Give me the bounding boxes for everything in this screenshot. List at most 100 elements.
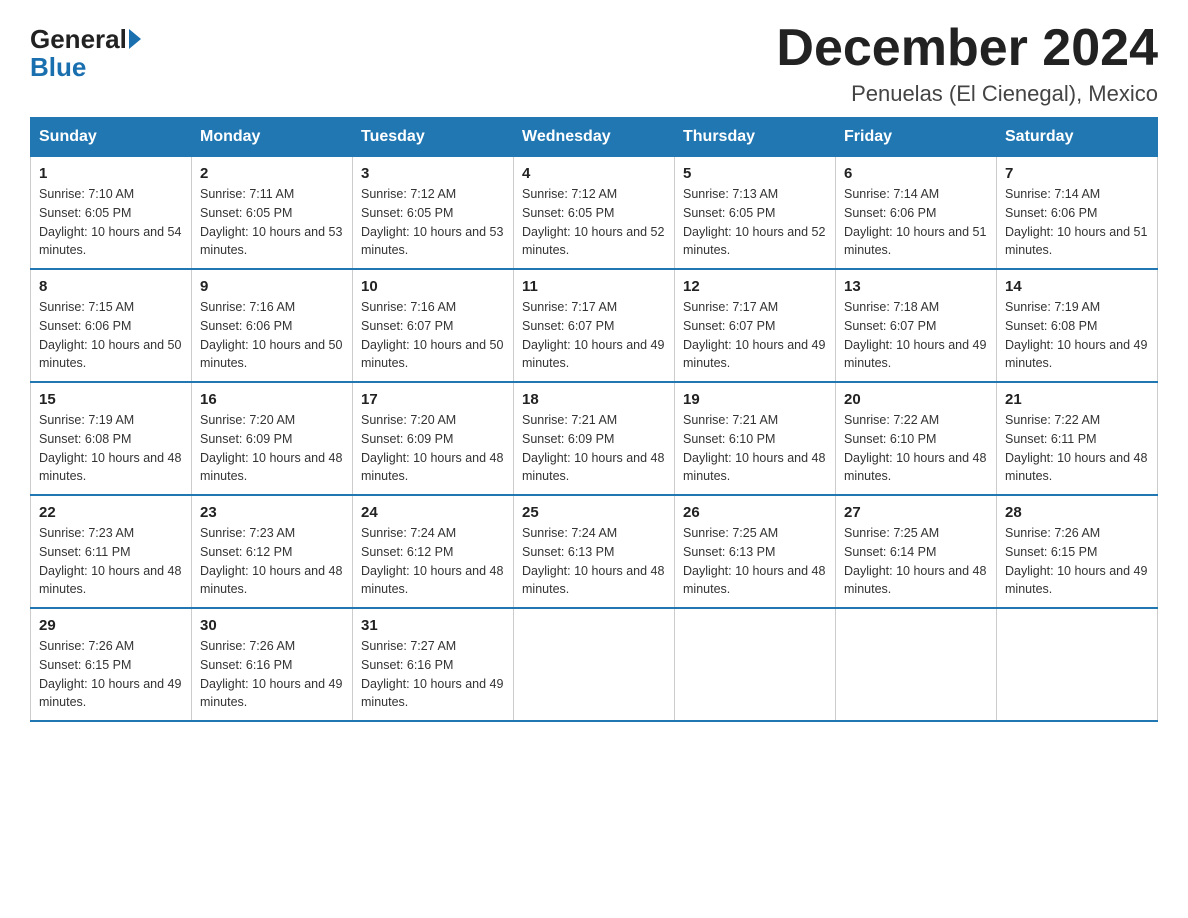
calendar-day-cell: 31 Sunrise: 7:27 AMSunset: 6:16 PMDaylig… (353, 608, 514, 721)
calendar-day-cell: 26 Sunrise: 7:25 AMSunset: 6:13 PMDaylig… (675, 495, 836, 608)
day-number: 18 (522, 391, 666, 408)
calendar-day-cell: 11 Sunrise: 7:17 AMSunset: 6:07 PMDaylig… (514, 269, 675, 382)
day-info: Sunrise: 7:14 AMSunset: 6:06 PMDaylight:… (844, 185, 988, 260)
calendar-day-cell: 1 Sunrise: 7:10 AMSunset: 6:05 PMDayligh… (31, 157, 192, 270)
day-info: Sunrise: 7:23 AMSunset: 6:11 PMDaylight:… (39, 524, 183, 599)
calendar-day-cell: 18 Sunrise: 7:21 AMSunset: 6:09 PMDaylig… (514, 382, 675, 495)
calendar-day-cell (675, 608, 836, 721)
calendar-day-cell: 22 Sunrise: 7:23 AMSunset: 6:11 PMDaylig… (31, 495, 192, 608)
day-number: 15 (39, 391, 183, 408)
calendar-day-cell: 17 Sunrise: 7:20 AMSunset: 6:09 PMDaylig… (353, 382, 514, 495)
calendar-day-cell: 27 Sunrise: 7:25 AMSunset: 6:14 PMDaylig… (836, 495, 997, 608)
day-number: 4 (522, 165, 666, 182)
day-info: Sunrise: 7:27 AMSunset: 6:16 PMDaylight:… (361, 637, 505, 712)
calendar-day-cell (836, 608, 997, 721)
day-info: Sunrise: 7:17 AMSunset: 6:07 PMDaylight:… (683, 298, 827, 373)
day-info: Sunrise: 7:19 AMSunset: 6:08 PMDaylight:… (39, 411, 183, 486)
day-number: 12 (683, 278, 827, 295)
day-number: 9 (200, 278, 344, 295)
calendar-week-row: 1 Sunrise: 7:10 AMSunset: 6:05 PMDayligh… (31, 157, 1158, 270)
calendar-day-cell (997, 608, 1158, 721)
page-header: General Blue December 2024 Penuelas (El … (30, 20, 1158, 107)
day-info: Sunrise: 7:22 AMSunset: 6:11 PMDaylight:… (1005, 411, 1149, 486)
day-info: Sunrise: 7:10 AMSunset: 6:05 PMDaylight:… (39, 185, 183, 260)
day-number: 21 (1005, 391, 1149, 408)
calendar-header-row: SundayMondayTuesdayWednesdayThursdayFrid… (31, 118, 1158, 157)
day-info: Sunrise: 7:12 AMSunset: 6:05 PMDaylight:… (522, 185, 666, 260)
day-number: 2 (200, 165, 344, 182)
day-number: 3 (361, 165, 505, 182)
day-info: Sunrise: 7:26 AMSunset: 6:15 PMDaylight:… (39, 637, 183, 712)
day-number: 31 (361, 617, 505, 634)
day-info: Sunrise: 7:24 AMSunset: 6:12 PMDaylight:… (361, 524, 505, 599)
calendar-week-row: 29 Sunrise: 7:26 AMSunset: 6:15 PMDaylig… (31, 608, 1158, 721)
title-block: December 2024 Penuelas (El Cienegal), Me… (776, 20, 1158, 107)
calendar-day-cell: 23 Sunrise: 7:23 AMSunset: 6:12 PMDaylig… (192, 495, 353, 608)
day-number: 11 (522, 278, 666, 295)
location-subtitle: Penuelas (El Cienegal), Mexico (776, 81, 1158, 107)
day-number: 20 (844, 391, 988, 408)
day-number: 17 (361, 391, 505, 408)
day-number: 24 (361, 504, 505, 521)
calendar-day-cell: 12 Sunrise: 7:17 AMSunset: 6:07 PMDaylig… (675, 269, 836, 382)
day-number: 29 (39, 617, 183, 634)
calendar-day-cell: 28 Sunrise: 7:26 AMSunset: 6:15 PMDaylig… (997, 495, 1158, 608)
calendar-col-header-friday: Friday (836, 118, 997, 157)
day-info: Sunrise: 7:23 AMSunset: 6:12 PMDaylight:… (200, 524, 344, 599)
day-info: Sunrise: 7:18 AMSunset: 6:07 PMDaylight:… (844, 298, 988, 373)
day-number: 10 (361, 278, 505, 295)
day-number: 25 (522, 504, 666, 521)
logo: General Blue (30, 26, 143, 83)
calendar-table: SundayMondayTuesdayWednesdayThursdayFrid… (30, 117, 1158, 722)
month-title: December 2024 (776, 20, 1158, 77)
day-info: Sunrise: 7:21 AMSunset: 6:10 PMDaylight:… (683, 411, 827, 486)
day-number: 23 (200, 504, 344, 521)
calendar-col-header-thursday: Thursday (675, 118, 836, 157)
day-number: 28 (1005, 504, 1149, 521)
day-info: Sunrise: 7:14 AMSunset: 6:06 PMDaylight:… (1005, 185, 1149, 260)
day-info: Sunrise: 7:25 AMSunset: 6:13 PMDaylight:… (683, 524, 827, 599)
day-number: 26 (683, 504, 827, 521)
day-info: Sunrise: 7:26 AMSunset: 6:15 PMDaylight:… (1005, 524, 1149, 599)
day-number: 1 (39, 165, 183, 182)
day-info: Sunrise: 7:26 AMSunset: 6:16 PMDaylight:… (200, 637, 344, 712)
calendar-day-cell (514, 608, 675, 721)
day-info: Sunrise: 7:25 AMSunset: 6:14 PMDaylight:… (844, 524, 988, 599)
calendar-day-cell: 19 Sunrise: 7:21 AMSunset: 6:10 PMDaylig… (675, 382, 836, 495)
day-number: 7 (1005, 165, 1149, 182)
calendar-day-cell: 4 Sunrise: 7:12 AMSunset: 6:05 PMDayligh… (514, 157, 675, 270)
calendar-day-cell: 20 Sunrise: 7:22 AMSunset: 6:10 PMDaylig… (836, 382, 997, 495)
calendar-col-header-monday: Monday (192, 118, 353, 157)
day-number: 13 (844, 278, 988, 295)
logo-arrow-icon (129, 29, 141, 49)
day-info: Sunrise: 7:13 AMSunset: 6:05 PMDaylight:… (683, 185, 827, 260)
day-info: Sunrise: 7:19 AMSunset: 6:08 PMDaylight:… (1005, 298, 1149, 373)
calendar-day-cell: 29 Sunrise: 7:26 AMSunset: 6:15 PMDaylig… (31, 608, 192, 721)
calendar-week-row: 8 Sunrise: 7:15 AMSunset: 6:06 PMDayligh… (31, 269, 1158, 382)
day-info: Sunrise: 7:22 AMSunset: 6:10 PMDaylight:… (844, 411, 988, 486)
day-number: 22 (39, 504, 183, 521)
day-info: Sunrise: 7:20 AMSunset: 6:09 PMDaylight:… (200, 411, 344, 486)
day-number: 5 (683, 165, 827, 182)
day-number: 8 (39, 278, 183, 295)
calendar-day-cell: 3 Sunrise: 7:12 AMSunset: 6:05 PMDayligh… (353, 157, 514, 270)
calendar-day-cell: 14 Sunrise: 7:19 AMSunset: 6:08 PMDaylig… (997, 269, 1158, 382)
calendar-day-cell: 7 Sunrise: 7:14 AMSunset: 6:06 PMDayligh… (997, 157, 1158, 270)
calendar-col-header-sunday: Sunday (31, 118, 192, 157)
day-info: Sunrise: 7:11 AMSunset: 6:05 PMDaylight:… (200, 185, 344, 260)
calendar-col-header-saturday: Saturday (997, 118, 1158, 157)
day-number: 16 (200, 391, 344, 408)
calendar-day-cell: 15 Sunrise: 7:19 AMSunset: 6:08 PMDaylig… (31, 382, 192, 495)
day-info: Sunrise: 7:16 AMSunset: 6:06 PMDaylight:… (200, 298, 344, 373)
calendar-day-cell: 6 Sunrise: 7:14 AMSunset: 6:06 PMDayligh… (836, 157, 997, 270)
calendar-day-cell: 30 Sunrise: 7:26 AMSunset: 6:16 PMDaylig… (192, 608, 353, 721)
calendar-week-row: 22 Sunrise: 7:23 AMSunset: 6:11 PMDaylig… (31, 495, 1158, 608)
day-number: 14 (1005, 278, 1149, 295)
day-number: 6 (844, 165, 988, 182)
logo-blue-text: Blue (30, 52, 86, 83)
calendar-col-header-wednesday: Wednesday (514, 118, 675, 157)
day-info: Sunrise: 7:12 AMSunset: 6:05 PMDaylight:… (361, 185, 505, 260)
calendar-day-cell: 5 Sunrise: 7:13 AMSunset: 6:05 PMDayligh… (675, 157, 836, 270)
calendar-day-cell: 21 Sunrise: 7:22 AMSunset: 6:11 PMDaylig… (997, 382, 1158, 495)
calendar-day-cell: 24 Sunrise: 7:24 AMSunset: 6:12 PMDaylig… (353, 495, 514, 608)
